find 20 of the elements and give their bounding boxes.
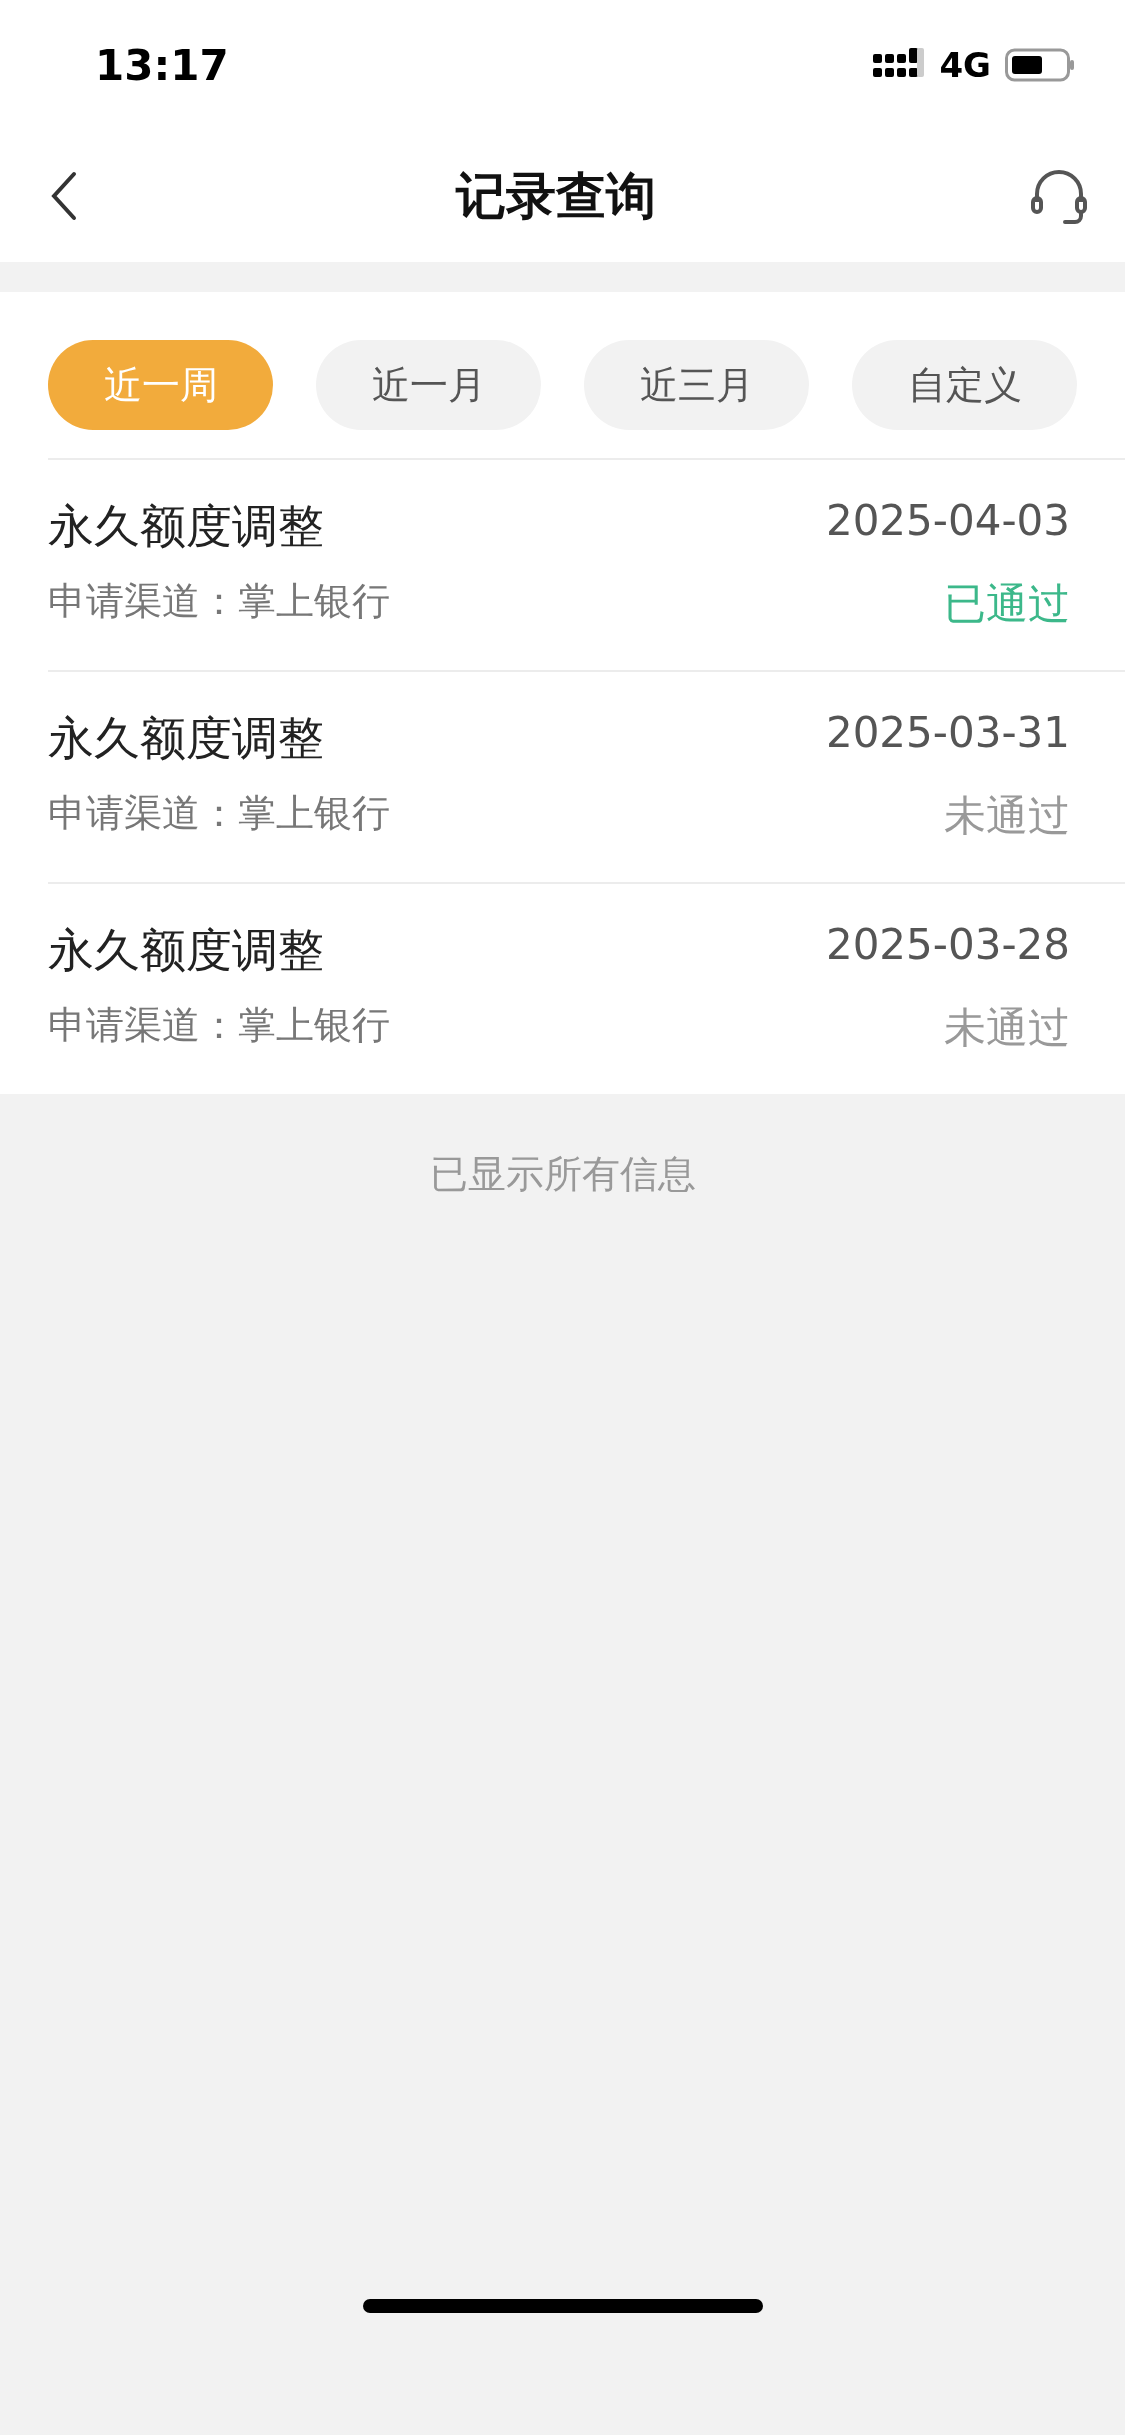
record-date: 2025-04-03 — [825, 496, 1070, 547]
record-channel: 申请渠道：掌上银行 — [48, 790, 391, 837]
record-status: 未通过 — [943, 1002, 1070, 1054]
network-label: 4G — [939, 45, 991, 85]
record-status: 未通过 — [943, 790, 1070, 842]
filter-tab[interactable]: 自定义 — [852, 340, 1077, 430]
record-channel: 申请渠道：掌上银行 — [48, 578, 391, 625]
status-time: 13:17 — [95, 40, 230, 90]
record-title: 永久额度调整 — [48, 922, 325, 979]
page-title: 记录查询 — [455, 165, 656, 227]
filter-tab[interactable]: 近一月 — [316, 340, 541, 430]
record-date: 2025-03-28 — [825, 920, 1070, 971]
footer-note: 已显示所有信息 — [429, 1151, 696, 1198]
record-date: 2025-03-31 — [825, 708, 1070, 759]
record-title: 永久额度调整 — [48, 710, 325, 767]
record-title: 永久额度调整 — [48, 498, 325, 555]
record-channel: 申请渠道：掌上银行 — [48, 1002, 391, 1049]
battery-icon — [1005, 48, 1075, 82]
record-status: 已通过 — [943, 578, 1070, 630]
filter-tab[interactable]: 近三月 — [584, 340, 809, 430]
